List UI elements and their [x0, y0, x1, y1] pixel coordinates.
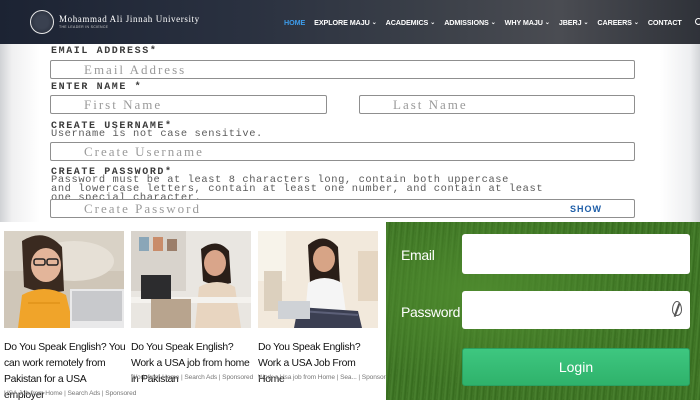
username-note: Username is not case sensitive. — [51, 128, 263, 140]
login-button[interactable]: Login — [462, 348, 690, 386]
first-name-field[interactable]: First Name — [50, 95, 327, 114]
login-email-input[interactable] — [462, 234, 690, 274]
email-field[interactable]: Email Address — [50, 60, 635, 79]
ad-image[interactable] — [4, 231, 124, 328]
last-name-field[interactable]: Last Name — [359, 95, 635, 114]
menu-item-careers[interactable]: CAREERS ⌄ — [597, 18, 638, 27]
name-label: ENTER NAME * — [51, 82, 143, 93]
chevron-down-icon: ⌄ — [430, 19, 436, 26]
logo-name: Mohammad Ali Jinnah University — [59, 13, 200, 24]
chevron-down-icon: ⌄ — [633, 19, 639, 26]
menu-item-academics[interactable]: ACADEMICS ⌄ — [386, 18, 436, 27]
ad-image[interactable] — [258, 231, 378, 328]
password-manager-icon[interactable] — [672, 301, 682, 316]
login-password-label: Password — [401, 304, 461, 320]
login-email-label: Email — [401, 247, 435, 263]
menu-item-contact[interactable]: CONTACT — [648, 18, 682, 27]
chevron-down-icon: ⌄ — [490, 19, 496, 26]
top-navbar: Mohammad Ali Jinnah University THE LEADE… — [0, 0, 700, 44]
menu-item-admissions[interactable]: ADMISSIONS ⌄ — [444, 18, 496, 27]
chevron-down-icon: ⌄ — [583, 19, 589, 26]
chevron-down-icon: ⌄ — [371, 19, 377, 26]
menu-item-home[interactable]: HOME — [284, 18, 305, 27]
password-placeholder: Create Password — [84, 200, 202, 216]
chevron-down-icon: ⌄ — [544, 19, 550, 26]
login-password-input[interactable] — [462, 291, 690, 329]
email-label: EMAIL ADDRESS* — [51, 46, 158, 57]
ad-source: USA Job from Home | Search Ads | Sponsor… — [4, 390, 137, 397]
main-menu: HOME EXPLORE MAJU ⌄ ACADEMICS ⌄ ADMISSIONS… — [284, 0, 700, 44]
menu-item-jberj[interactable]: JBERJ ⌄ — [559, 18, 589, 27]
show-password-button[interactable]: SHOW — [570, 204, 602, 214]
login-panel: Email Password Login — [386, 222, 700, 400]
signup-form: EMAIL ADDRESS* Email Address ENTER NAME … — [0, 44, 700, 222]
ad-image[interactable] — [131, 231, 251, 328]
logo-tagline: THE LEADER IN SCIENCE — [59, 24, 109, 29]
menu-item-why-maju[interactable]: WHY MAJU ⌄ — [505, 18, 550, 27]
search-icon[interactable] — [694, 17, 700, 27]
menu-item-explore-maju[interactable]: EXPLORE MAJU ⌄ — [314, 18, 377, 27]
sponsored-ads: Do You Speak English? You can work remot… — [0, 222, 393, 400]
university-logo[interactable]: Mohammad Ali Jinnah University THE LEADE… — [30, 10, 200, 34]
username-field[interactable]: Create Username — [50, 142, 635, 161]
password-field[interactable]: Create Password SHOW — [50, 199, 635, 218]
ad-source: Work from Home | Search Ads | Sponsored — [131, 374, 254, 381]
ad-source: Work a Usa job from Home | Sea... | Spon… — [258, 374, 393, 381]
university-seal-icon — [30, 10, 54, 34]
